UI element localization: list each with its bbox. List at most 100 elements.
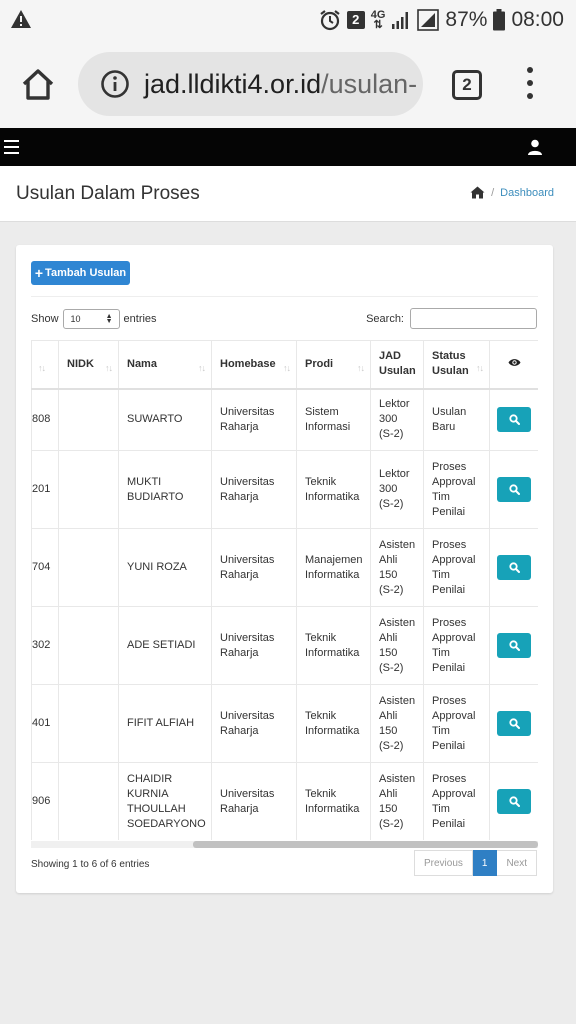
cell-status: Proses Approval Tim Penilai	[423, 762, 490, 840]
sort-icon: ↑↓	[38, 362, 46, 373]
column-header-nidk[interactable]: NIDK ↑↓	[58, 340, 119, 390]
browser-menu-icon[interactable]	[526, 67, 534, 101]
proposals-table: ↑↓ NIDK ↑↓ Nama ↑↓ Homebase ↑↓ Prodi ↑↓ JAD …	[31, 340, 538, 840]
address-bar[interactable]: jad.lldikti4.or.id/usulan-	[78, 52, 423, 116]
view-detail-button[interactable]	[497, 555, 531, 580]
select-arrows-icon: ▲ ▼	[105, 313, 113, 325]
sort-icon: ↑↓	[357, 362, 365, 373]
show-label: Show	[31, 313, 59, 325]
previous-page-button[interactable]: Previous	[413, 850, 473, 876]
cell-homebase: Universitas Raharja	[211, 684, 297, 763]
url-domain: jad.lldikti4.or.id	[144, 68, 322, 99]
plus-icon: +	[34, 264, 44, 281]
cell-action	[489, 528, 538, 607]
cell-action	[489, 762, 538, 840]
battery-percent: 87%	[445, 8, 488, 31]
column-header-status[interactable]: Status Usulan ↑↓	[423, 340, 490, 390]
cell-nidk	[58, 450, 119, 529]
cell-nidk	[58, 388, 119, 451]
home-crumb-icon[interactable]	[470, 186, 485, 199]
signal-icon	[392, 12, 409, 29]
cell-jad: Asisten Ahli 150 (S-2)	[370, 762, 424, 840]
table-row: 808 SUWARTO Universitas Raharja Sistem Info…	[31, 388, 538, 451]
add-proposal-button[interactable]: + Tambah Usulan	[31, 261, 130, 285]
view-detail-button[interactable]	[497, 711, 531, 736]
column-header-jad[interactable]: JAD Usulan	[370, 340, 424, 390]
cell-nidk	[58, 606, 119, 685]
table-row: 906 CHAIDIR KURNIA THOULLAH SOEDARYONO Uni…	[31, 762, 538, 840]
column-header-homebase[interactable]: Homebase ↑↓	[211, 340, 297, 390]
page-1-button[interactable]: 1	[472, 850, 498, 876]
cell-jad: Asisten Ahli 150 (S-2)	[370, 528, 424, 607]
view-detail-button[interactable]	[497, 477, 531, 502]
view-detail-button[interactable]	[497, 633, 531, 658]
url-path: /usulan-	[321, 68, 418, 99]
browser-toolbar: jad.lldikti4.or.id/usulan- 2	[0, 40, 576, 128]
column-header-id[interactable]: ↑↓	[31, 340, 59, 390]
view-detail-button[interactable]	[497, 789, 531, 814]
search-icon	[508, 640, 520, 651]
search-icon	[508, 414, 520, 426]
cell-homebase: Universitas Raharja	[211, 388, 297, 451]
next-page-button[interactable]: Next	[497, 850, 537, 876]
notification-badge: 2	[346, 11, 365, 29]
cell-prodi: Teknik Informatika	[296, 606, 371, 685]
cell-jad: Lektor 300 (S-2)	[370, 388, 424, 451]
cell-nidk	[58, 528, 119, 607]
tab-switcher-button[interactable]: 2	[452, 70, 482, 100]
scrollbar-thumb[interactable]	[193, 841, 538, 848]
entries-label: entries	[123, 313, 157, 325]
pagination: Previous 1 Next	[413, 850, 537, 876]
table-row: 704 YUNI ROZA Universitas Raharja Manajemen…	[31, 528, 538, 607]
network-type: 4G ⇅	[370, 9, 386, 31]
cell-jad: Lektor 300 (S-2)	[370, 450, 424, 529]
eye-icon	[508, 358, 520, 366]
sort-icon: ↑↓	[476, 362, 484, 373]
cell-jad: Asisten Ahli 150 (S-2)	[370, 684, 424, 763]
cell-action	[489, 684, 538, 763]
cell-id: 302	[31, 606, 59, 685]
cell-status: Usulan Baru	[423, 388, 490, 451]
breadcrumb-separator: /	[491, 186, 495, 199]
cell-id: 906	[31, 762, 59, 840]
user-icon[interactable]	[527, 139, 543, 155]
cell-prodi: Sistem Informasi	[296, 388, 371, 451]
table-row: 201 MUKTI BUDIARTO Universitas Raharja Tekn…	[31, 450, 538, 529]
search-label: Search:	[366, 312, 404, 325]
hamburger-menu-icon[interactable]	[4, 140, 19, 154]
search-icon	[508, 718, 520, 729]
cell-id: 704	[31, 528, 59, 607]
view-detail-button[interactable]	[497, 407, 531, 433]
cell-homebase: Universitas Raharja	[211, 606, 297, 685]
column-header-nama[interactable]: Nama ↑↓	[118, 340, 212, 390]
cell-action	[489, 450, 538, 529]
breadcrumb-dashboard-link[interactable]: Dashboard	[500, 187, 554, 199]
cell-status: Proses Approval Tim Penilai	[423, 684, 490, 763]
search-input[interactable]	[410, 308, 537, 329]
cell-action	[489, 388, 538, 451]
home-icon[interactable]	[20, 66, 56, 102]
table-header-row: ↑↓ NIDK ↑↓ Nama ↑↓ Homebase ↑↓ Prodi ↑↓ JAD …	[31, 340, 538, 390]
column-header-prodi[interactable]: Prodi ↑↓	[296, 340, 371, 390]
horizontal-scrollbar[interactable]	[31, 841, 538, 848]
android-status-bar: 2 4G ⇅ 87% 08:00	[0, 0, 576, 40]
page-header: Usulan Dalam Proses / Dashboard	[0, 166, 576, 222]
column-header-action	[489, 340, 538, 390]
signal-box-icon	[417, 9, 440, 31]
search-icon	[508, 796, 520, 807]
cell-status: Proses Approval Tim Penilai	[423, 606, 490, 685]
sort-icon: ↑↓	[198, 362, 206, 373]
cell-homebase: Universitas Raharja	[211, 450, 297, 529]
breadcrumb: / Dashboard	[470, 186, 554, 199]
table-container: ↑↓ NIDK ↑↓ Nama ↑↓ Homebase ↑↓ Prodi ↑↓ JAD …	[31, 340, 538, 840]
cell-id: 808	[31, 388, 59, 451]
page-length-control: Show 10 ▲ ▼ entries	[31, 309, 157, 329]
page-length-select[interactable]: 10 ▲ ▼	[62, 309, 120, 329]
divider	[31, 296, 538, 297]
cell-nidk	[58, 762, 119, 840]
info-icon[interactable]	[100, 69, 130, 99]
page-length-value: 10	[70, 314, 81, 324]
search-icon	[508, 562, 520, 573]
cell-prodi: Teknik Informatika	[296, 762, 371, 840]
table-search: Search:	[366, 308, 537, 329]
